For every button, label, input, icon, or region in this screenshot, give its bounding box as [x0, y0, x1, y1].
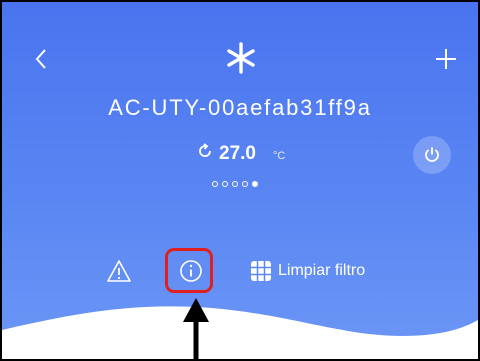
- device-name: AC-UTY-00aefab31ff9a: [108, 95, 372, 120]
- chevron-left-icon: [35, 49, 46, 69]
- page-dot-active[interactable]: [252, 181, 258, 187]
- temperature-value: 27.0: [219, 143, 256, 164]
- cycle-arrow-icon: [199, 143, 211, 157]
- warning-icon[interactable]: [105, 257, 133, 285]
- clean-filter-label: Limpiar filtro: [278, 262, 366, 279]
- page-dot[interactable]: [232, 181, 238, 187]
- annotation-arrow: [183, 298, 209, 359]
- temperature-unit: °C: [272, 150, 286, 162]
- temperature-display: 27.0 °C: [197, 143, 285, 171]
- power-icon: [425, 147, 439, 162]
- plus-icon: [436, 49, 456, 69]
- filter-grid-icon: [251, 261, 271, 281]
- page-indicator: [212, 181, 258, 187]
- ac-control-screen: AC-UTY-00aefab31ff9a 27.0 °C Limpiar fil…: [0, 0, 480, 361]
- power-button[interactable]: [413, 136, 451, 174]
- snowflake-icon: [227, 42, 255, 74]
- clean-filter-button[interactable]: Limpiar filtro: [250, 259, 365, 283]
- bottom-wave: [2, 306, 478, 359]
- back-button[interactable]: [24, 42, 58, 76]
- page-dot[interactable]: [212, 181, 218, 187]
- info-icon[interactable]: [179, 259, 203, 283]
- add-button[interactable]: [429, 42, 463, 76]
- page-dot[interactable]: [222, 181, 228, 187]
- page-dot[interactable]: [242, 181, 248, 187]
